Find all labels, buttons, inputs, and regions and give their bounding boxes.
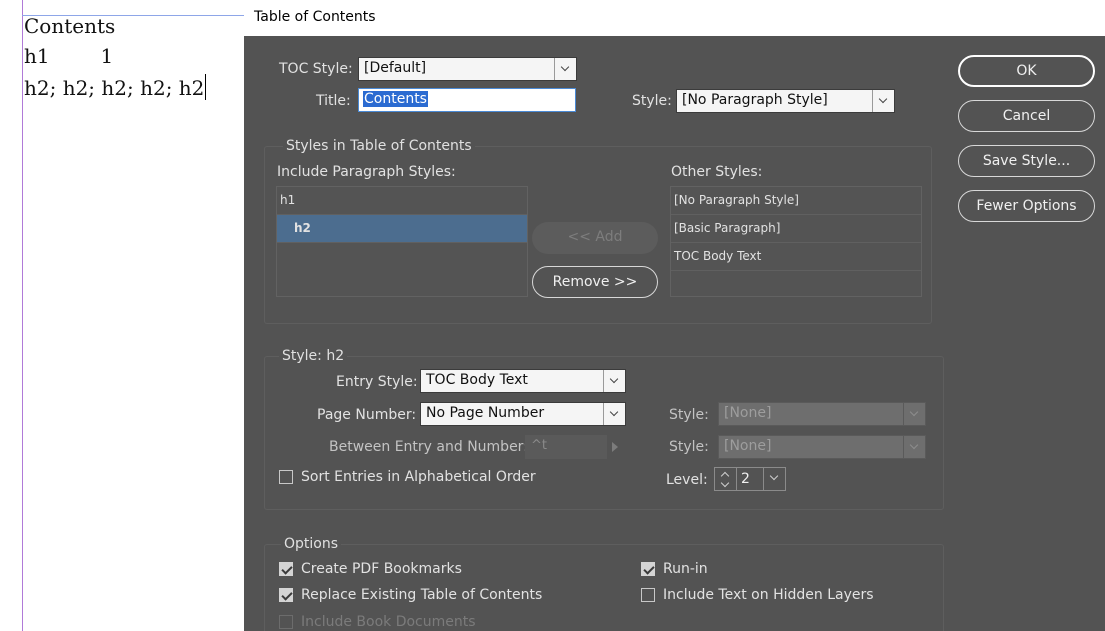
sort-alphabetical-label: Sort Entries in Alphabetical Order <box>301 469 536 485</box>
styles-in-toc-group-title: Styles in Table of Contents <box>283 138 475 154</box>
table-of-contents-dialog: Table of Contents TOC Style: [Default] T… <box>244 0 1105 631</box>
page-number-value: No Page Number <box>426 405 545 421</box>
toc-style-dropdown[interactable]: [Default] <box>358 57 577 81</box>
dialog-title: Table of Contents <box>254 9 376 25</box>
save-style-button[interactable]: Save Style... <box>958 145 1095 177</box>
margin-guide-vertical <box>22 0 23 631</box>
create-pdf-bookmarks-label: Create PDF Bookmarks <box>301 561 462 577</box>
between-entry-number-input[interactable]: ^t <box>525 435 607 459</box>
options-group-title: Options <box>281 536 342 552</box>
other-styles-list[interactable]: [No Paragraph Style] [Basic Paragraph] T… <box>670 186 922 297</box>
special-char-menu-icon[interactable] <box>612 442 618 452</box>
level-value: 2 <box>741 471 750 487</box>
chevron-down-icon <box>903 403 925 425</box>
between-style-value: [None] <box>724 438 772 454</box>
page-number-dropdown[interactable]: No Page Number <box>420 402 626 426</box>
dialog-titlebar: Table of Contents <box>244 0 1105 36</box>
create-pdf-bookmarks-checkbox[interactable] <box>279 562 293 576</box>
title-input-value: Contents <box>363 91 428 107</box>
title-style-value: [No Paragraph Style] <box>682 92 828 108</box>
spin-arrows-icon[interactable] <box>715 468 737 490</box>
entry-style-label: Entry Style: <box>336 374 418 390</box>
include-hidden-layers-checkbox[interactable] <box>641 588 655 602</box>
other-styles-label: Other Styles: <box>671 164 763 180</box>
between-style-label: Style: <box>669 439 709 455</box>
chevron-down-icon[interactable] <box>763 468 785 490</box>
list-item-selected[interactable]: h2 <box>277 215 527 243</box>
replace-existing-toc-label: Replace Existing Table of Contents <box>301 587 543 603</box>
include-hidden-layers-label: Include Text on Hidden Layers <box>663 587 874 603</box>
list-item[interactable]: h1 <box>277 187 527 215</box>
document-page[interactable]: Contents h1 1 h2; h2; h2; h2; h2 <box>0 0 244 631</box>
chevron-down-icon <box>603 370 625 392</box>
chevron-down-icon <box>872 90 894 112</box>
list-item[interactable]: TOC Body Text <box>671 243 921 271</box>
toc-entry-h1: h1 1 <box>24 44 114 68</box>
include-book-documents-checkbox[interactable] <box>279 615 293 629</box>
title-label: Title: <box>316 93 351 109</box>
fewer-options-button[interactable]: Fewer Options <box>958 190 1095 222</box>
text-cursor <box>205 74 207 100</box>
page-number-style-dropdown[interactable]: [None] <box>718 402 926 426</box>
remove-button[interactable]: Remove >> <box>532 266 658 298</box>
toc-entry-h2-runin: h2; h2; h2; h2; h2 <box>24 74 207 100</box>
chevron-down-icon <box>903 436 925 458</box>
between-style-dropdown[interactable]: [None] <box>718 435 926 459</box>
toc-style-label: TOC Style: <box>279 61 353 77</box>
between-entry-number-label: Between Entry and Number: <box>329 439 528 455</box>
ok-button[interactable]: OK <box>958 55 1095 87</box>
level-label: Level: <box>666 472 708 488</box>
run-in-label: Run-in <box>663 561 708 577</box>
level-stepper[interactable]: 2 <box>714 467 786 491</box>
entry-style-value: TOC Body Text <box>426 372 528 388</box>
replace-existing-toc-checkbox[interactable] <box>279 588 293 602</box>
page-number-label: Page Number: <box>317 407 417 423</box>
style-h2-group-title: Style: h2 <box>279 348 348 364</box>
include-book-documents-label: Include Book Documents <box>301 614 476 630</box>
title-style-dropdown[interactable]: [No Paragraph Style] <box>676 89 895 113</box>
toc-heading-text: Contents <box>24 14 116 38</box>
title-style-label: Style: <box>632 93 672 109</box>
chevron-down-icon <box>603 403 625 425</box>
run-in-checkbox[interactable] <box>641 562 655 576</box>
add-button[interactable]: << Add <box>532 222 658 254</box>
cancel-button[interactable]: Cancel <box>958 100 1095 132</box>
sort-alphabetical-checkbox[interactable] <box>279 470 293 484</box>
entry-style-dropdown[interactable]: TOC Body Text <box>420 369 626 393</box>
page-number-style-label: Style: <box>669 407 709 423</box>
title-input[interactable]: Contents <box>358 88 576 112</box>
toc-style-value: [Default] <box>364 60 427 76</box>
include-paragraph-styles-label: Include Paragraph Styles: <box>277 164 456 180</box>
include-styles-list[interactable]: h1 h2 <box>276 186 528 297</box>
chevron-down-icon <box>554 58 576 80</box>
list-item[interactable]: [Basic Paragraph] <box>671 215 921 243</box>
page-number-style-value: [None] <box>724 405 772 421</box>
list-item[interactable]: [No Paragraph Style] <box>671 187 921 215</box>
